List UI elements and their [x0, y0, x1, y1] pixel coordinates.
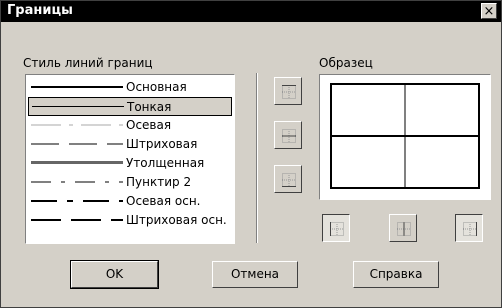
list-item-line-style[interactable]: Осевая осн.: [28, 192, 232, 211]
border-top-icon: [282, 85, 296, 99]
border-inner-vertical-icon: [397, 222, 411, 236]
dialog-title: Границы: [7, 3, 73, 18]
close-button[interactable]: ×: [481, 3, 497, 19]
border-right-icon: [463, 222, 477, 236]
list-item-line-style[interactable]: Пунктир 2: [28, 173, 232, 192]
preview-table-grid: [330, 83, 480, 189]
list-item-line-style[interactable]: Штриховая: [28, 135, 232, 154]
title-bar: Границы ×: [1, 1, 501, 22]
border-left-button[interactable]: [322, 214, 350, 242]
list-item-line-style[interactable]: Осевая: [28, 116, 232, 135]
border-top-button[interactable]: [274, 77, 302, 105]
cancel-button[interactable]: Отмена: [212, 261, 298, 288]
ok-button[interactable]: OK: [70, 260, 159, 289]
border-right-button[interactable]: [455, 214, 483, 242]
line-style-list[interactable]: Основная Тонкая Осевая Штриховая Утолщен…: [25, 74, 235, 244]
border-inner-horizontal-button[interactable]: [274, 121, 302, 149]
border-bottom-button[interactable]: [274, 165, 302, 193]
help-button[interactable]: Справка: [353, 261, 439, 288]
border-inner-vertical-button[interactable]: [389, 214, 417, 242]
border-preview: [319, 74, 491, 200]
list-item-line-style[interactable]: Утолщенная: [28, 154, 232, 173]
sample-label: Образец: [319, 56, 373, 70]
vertical-separator: [256, 73, 258, 243]
line-style-label: Стиль линий границ: [23, 56, 153, 70]
list-item-line-style[interactable]: Штриховая осн.: [28, 211, 232, 230]
list-item-line-style[interactable]: Тонкая: [28, 97, 232, 116]
border-bottom-icon: [282, 173, 296, 187]
borders-dialog: Границы × Стиль линий границ Образец Осн…: [0, 0, 502, 308]
border-left-icon: [330, 222, 344, 236]
border-inner-horizontal-icon: [282, 129, 296, 143]
list-item-line-style[interactable]: Основная: [28, 78, 232, 97]
